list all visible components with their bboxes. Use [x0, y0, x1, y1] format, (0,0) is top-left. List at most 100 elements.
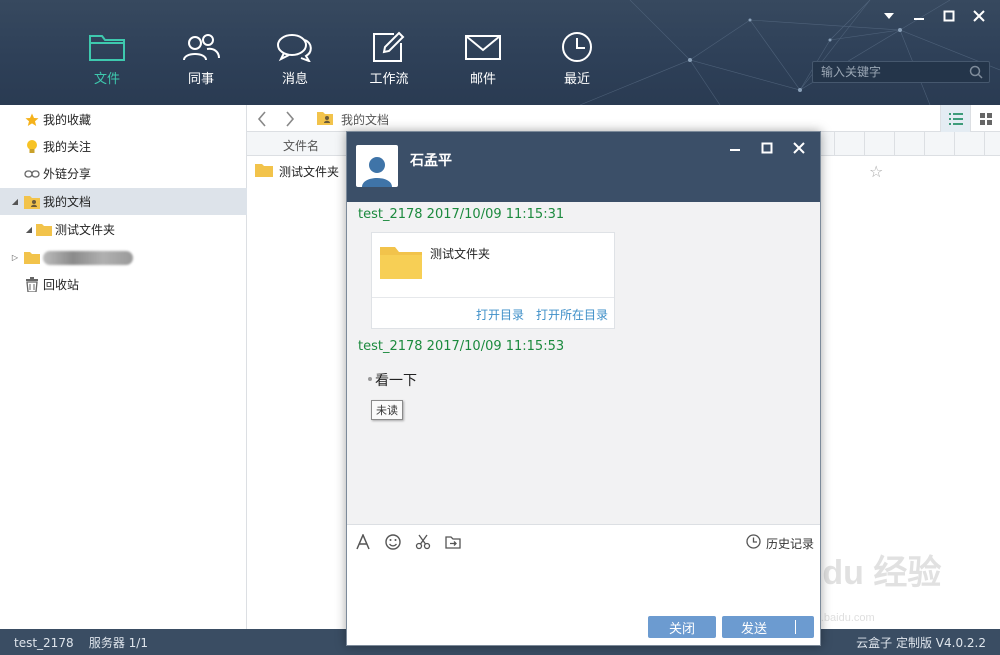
user-folder-icon — [24, 194, 40, 210]
grid-view-icon[interactable] — [970, 105, 1000, 132]
user-avatar-icon — [362, 157, 392, 187]
column-header-name[interactable]: 文件名 — [283, 137, 319, 154]
nav-item-colleagues[interactable]: 同事 — [154, 30, 248, 87]
bullet-dot — [368, 377, 372, 381]
scissors-icon[interactable] — [414, 533, 432, 551]
forward-icon[interactable] — [279, 108, 301, 129]
file-name-cell: 测试文件夹 — [255, 163, 339, 180]
sidebar-item-label: 我的收藏 — [43, 113, 92, 127]
link-icon — [24, 166, 40, 182]
sidebar-item-label: 我的关注 — [43, 140, 92, 154]
breadcrumb[interactable]: 我的文档 — [317, 111, 389, 128]
sidebar-item-following[interactable]: 我的关注 — [0, 133, 247, 160]
close-button[interactable]: 关闭 — [648, 616, 716, 638]
column-separator — [924, 132, 925, 156]
nav-label: 工作流 — [369, 72, 409, 87]
search-input[interactable] — [813, 62, 963, 82]
file-name: 测试文件夹 — [279, 164, 340, 179]
sidebar-item-blurred-folder[interactable]: ▷ — [0, 244, 247, 271]
nav-label: 消息 — [281, 72, 308, 87]
folder-icon — [87, 30, 127, 64]
send-button[interactable]: 发送 — [722, 616, 814, 638]
window-controls — [876, 6, 992, 26]
edit-icon — [369, 30, 409, 64]
maximize-icon[interactable] — [754, 138, 780, 158]
nav-label: 最近 — [563, 72, 590, 87]
sidebar-item-label: 回收站 — [43, 278, 80, 292]
expand-triangle-icon[interactable]: ▷ — [10, 253, 20, 262]
column-separator — [954, 132, 955, 156]
status-server: 服务器 1/1 — [88, 636, 148, 650]
font-icon[interactable] — [354, 533, 372, 551]
status-version: 云盒子 定制版 V4.0.2.2 — [856, 636, 986, 650]
nav-label: 邮件 — [469, 72, 496, 87]
path-bar: 我的文档 — [247, 105, 1000, 132]
status-user: test_2178 — [14, 636, 74, 650]
clock-icon — [557, 30, 597, 64]
breadcrumb-label: 我的文档 — [341, 113, 390, 127]
collapse-triangle-icon[interactable]: ◢ — [24, 225, 34, 234]
nav-label: 文件 — [93, 72, 120, 87]
star-icon — [24, 112, 40, 128]
message-meta: test_2178 2017/10/09 11:15:31 — [358, 207, 565, 222]
avatar — [356, 145, 398, 187]
send-button-divider — [795, 620, 796, 634]
sidebar-item-favorites[interactable]: 我的收藏 — [0, 106, 247, 133]
sidebar-item-test-folder[interactable]: ◢ 测试文件夹 — [0, 216, 247, 243]
close-icon[interactable] — [966, 6, 992, 26]
minimize-icon[interactable] — [722, 138, 748, 158]
file-card-title: 测试文件夹 — [430, 247, 491, 261]
star-outline-icon[interactable]: ☆ — [869, 162, 883, 181]
back-icon[interactable] — [251, 108, 273, 129]
send-label: 发送 — [741, 621, 768, 637]
send-file-icon[interactable] — [444, 533, 462, 551]
sidebar-item-label: 测试文件夹 — [55, 223, 116, 237]
sidebar-item-recycle-bin[interactable]: 回收站 — [0, 271, 247, 298]
minimize-icon[interactable] — [906, 6, 932, 26]
sidebar-item-shared-links[interactable]: 外链分享 — [0, 160, 247, 187]
list-view-icon[interactable] — [940, 105, 970, 132]
maximize-icon[interactable] — [936, 6, 962, 26]
trash-icon — [24, 277, 40, 293]
top-header: 文件 同事 消息 工作流 邮件 最近 — [0, 0, 1000, 105]
contact-name: 石孟平 — [410, 153, 452, 169]
colleagues-icon — [181, 30, 221, 64]
nav-item-files[interactable]: 文件 — [60, 30, 154, 87]
nav-label: 同事 — [187, 72, 214, 87]
folder-icon — [24, 250, 40, 266]
file-card: 测试文件夹 打开目录 打开所在目录 — [371, 232, 615, 329]
search-box — [812, 61, 990, 83]
nav-item-recent[interactable]: 最近 — [530, 30, 624, 87]
search-icon[interactable] — [969, 65, 983, 82]
column-separator — [984, 132, 985, 156]
unread-badge: 未读 — [371, 400, 403, 420]
message-input[interactable] — [347, 558, 820, 613]
history-button[interactable]: 历史记录 — [746, 534, 814, 552]
emoji-icon[interactable] — [384, 533, 402, 551]
chat-toolbar: 历史记录 — [347, 524, 820, 558]
redacted-label — [43, 250, 133, 265]
sidebar-item-label: 我的文档 — [43, 195, 92, 209]
user-folder-icon — [317, 111, 333, 128]
card-divider — [372, 297, 614, 298]
close-icon[interactable] — [786, 138, 812, 158]
message-text: 看一下 — [375, 373, 417, 389]
chat-bubbles-icon — [275, 30, 315, 64]
column-separator — [894, 132, 895, 156]
history-clock-icon — [746, 534, 761, 552]
collapse-triangle-icon[interactable]: ◢ — [10, 197, 20, 206]
open-location-link[interactable]: 打开所在目录 — [536, 306, 608, 323]
column-separator — [834, 132, 835, 156]
status-left: test_2178 服务器 1/1 — [14, 634, 148, 651]
main-nav: 文件 同事 消息 工作流 邮件 最近 — [60, 30, 624, 87]
nav-item-mail[interactable]: 邮件 — [436, 30, 530, 87]
nav-item-messages[interactable]: 消息 — [248, 30, 342, 87]
chat-dialog: 石孟平 test_2178 2017/10/09 11:15:31 测试文件夹 … — [346, 131, 821, 646]
chat-header: 石孟平 — [347, 132, 820, 202]
dropdown-triangle-icon[interactable] — [876, 6, 902, 26]
sidebar-item-label: 外链分享 — [43, 167, 92, 181]
sidebar-item-my-documents[interactable]: ◢ 我的文档 — [0, 188, 247, 215]
open-directory-link[interactable]: 打开目录 — [476, 306, 524, 323]
nav-item-workflow[interactable]: 工作流 — [342, 30, 436, 87]
folder-icon — [36, 222, 52, 238]
